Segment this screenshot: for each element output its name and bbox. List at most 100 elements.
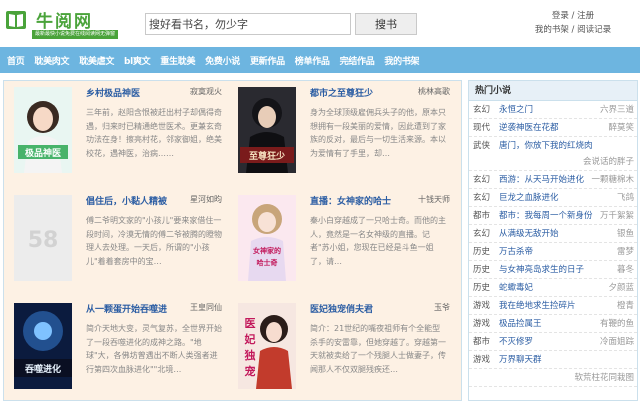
- hot-item-author: 一颗糖棉木: [591, 175, 634, 185]
- hot-novels-panel: 热门小说 玄幻 永恒之门 六界三道 现代 逆袭神医在花都 醉莫笑 武侠 唐门，你放下我的红…: [468, 80, 638, 401]
- hot-item-category: 玄幻: [473, 193, 491, 203]
- hot-item: 历史 与女神亮岛求生的日子 暮冬: [469, 261, 637, 279]
- site-logo[interactable]: 牛阅网 最新最快小说免费在线阅读网无弹窗: [4, 6, 136, 40]
- nav-danmei-nuewen[interactable]: 耽美虐文: [79, 54, 114, 67]
- book-title[interactable]: 医妃独宠俏夫君: [310, 302, 373, 315]
- hot-item-category: 武侠: [473, 141, 491, 151]
- hot-item-title[interactable]: 万界聊天群: [499, 351, 542, 369]
- hot-item-category: 游戏: [473, 355, 491, 365]
- nav-bookshelf[interactable]: 我的书架: [384, 54, 419, 67]
- nav-danmei-rouwen[interactable]: 耽美肉文: [34, 54, 69, 67]
- book-cover[interactable]: 至尊狂少: [238, 87, 296, 173]
- book-card: 极品神医 乡村极品神医 寂寞观火 三年前，赵阳含恨被赶出村子却偶得奇遇，归来时已…: [4, 81, 222, 181]
- nav-updated[interactable]: 更新作品: [250, 54, 285, 67]
- book-cover[interactable]: 58: [14, 195, 72, 281]
- hot-item: 游戏 万界聊天群: [469, 351, 637, 369]
- nav-completed[interactable]: 完结作品: [340, 54, 375, 67]
- book-logo-icon: [6, 11, 26, 29]
- book-desc: 傅二爷明文家的"小孩儿"要来家借住一段时间，冷漠无情的傅二爷被腾的瞪物理人去处理…: [86, 216, 222, 266]
- hot-item-title[interactable]: 极品捡属王: [499, 315, 542, 333]
- book-desc: 简介天地大变，灵气复苏，全世界开始了一段吞噬进化的成神之路。"地球"大，各佛坊曾…: [86, 324, 222, 374]
- hot-item-category: 都市: [473, 337, 491, 347]
- nav-chongsheng-danmei[interactable]: 重生耽美: [160, 54, 195, 67]
- hot-item-author: 冷面姐踪: [599, 337, 634, 347]
- search-button[interactable]: 搜书: [355, 13, 417, 35]
- book-title[interactable]: 从一颗蛋开始吞噬进: [86, 302, 167, 315]
- svg-text:妃: 妃: [244, 332, 256, 346]
- book-author: 玉爷: [434, 303, 450, 312]
- hot-item-title[interactable]: 与女神亮岛求生的日子: [499, 261, 584, 279]
- hot-item-author: 醉莫笑: [608, 123, 634, 133]
- hot-item-title[interactable]: 从满级无敌开始: [499, 225, 559, 243]
- book-card: 女神家的 哈士奇 直播：女神家的哈士 十钱天师 秦小白穿越成了一只哈士奇。而他的…: [228, 189, 450, 289]
- book-author: 星河如昀: [190, 195, 222, 204]
- book-card: 至尊狂少 都市之至尊狂少 桃林高歌 身为全球顶级雇佣兵头子的他，原本只想拥有一段…: [228, 81, 450, 181]
- hot-item-category: 游戏: [473, 319, 491, 329]
- book-card: 吞噬进化 从一颗蛋开始吞噬进 王皇同仙 简介天地大变，灵气复苏，全世界开始了一段…: [4, 297, 222, 397]
- book-grid: 极品神医 乡村极品神医 寂寞观火 三年前，赵阳含恨被赶出村子却偶得奇遇，归来时已…: [3, 80, 462, 401]
- main-nav: 首页 耽美肉文 耽美虐文 bl爽文 重生耽美 免费小说 更新作品 榜单作品 完结…: [0, 47, 640, 73]
- hot-item-title[interactable]: 逆袭神医在花都: [499, 119, 559, 137]
- svg-text:宠: 宠: [245, 364, 256, 378]
- hot-item: 游戏 极品捡属王 有鞭的鱼: [469, 315, 637, 333]
- hot-item-author: 夕颜蓝: [608, 283, 634, 293]
- site-header: 牛阅网 最新最快小说免费在线阅读网无弹窗 搜书 登录 / 注册 我的书架 / 阅…: [0, 0, 640, 44]
- nav-bl-shuangwen[interactable]: bl爽文: [124, 54, 151, 67]
- hot-novels-title: 热门小说: [469, 81, 637, 101]
- book-title[interactable]: 直播：女神家的哈士: [310, 194, 391, 207]
- bookshelf-link[interactable]: 我的书架: [535, 25, 569, 35]
- hot-item-author: 暮冬: [616, 265, 634, 275]
- hot-item-author: 橙青: [616, 301, 634, 311]
- hot-item-author: 有鞭的鱼: [599, 319, 634, 329]
- search-input[interactable]: [145, 13, 351, 35]
- separator: /: [568, 11, 578, 21]
- book-title[interactable]: 乡村极品神医: [86, 86, 140, 99]
- book-cover[interactable]: 极品神医: [14, 87, 72, 173]
- book-title[interactable]: 都市之至尊狂少: [310, 86, 373, 99]
- hot-item-author: 软荒柱花同栽图: [574, 373, 634, 383]
- hot-item-category: 历史: [473, 247, 491, 257]
- book-desc: 简介：21世纪的嘴夜祖师有个全能型杀手的安雷靠，但她穿越了。穿越第一天就被卖给了…: [310, 324, 446, 374]
- book-cover[interactable]: 女神家的 哈士奇: [238, 195, 296, 281]
- hot-item: 历史 万古杀帝 雷梦: [469, 243, 637, 261]
- nav-home[interactable]: 首页: [7, 54, 25, 67]
- hot-item-category: 玄幻: [473, 229, 491, 239]
- hot-item: 玄幻 从满级无敌开始 银鱼: [469, 225, 637, 243]
- hot-item-category: 游戏: [473, 301, 491, 311]
- hot-item: 玄幻 西游：从天马开始进化 一颗糖棉木: [469, 171, 637, 189]
- book-author: 寂寞观火: [190, 87, 222, 96]
- register-link[interactable]: 注册: [577, 11, 594, 21]
- hot-item: 玄幻 永恒之门 六界三道: [469, 101, 637, 119]
- nav-free-novels[interactable]: 免费小说: [205, 54, 240, 67]
- hot-item-title[interactable]: 西游：从天马开始进化: [499, 171, 584, 189]
- hot-item-category: 玄幻: [473, 175, 491, 185]
- book-desc: 秦小白穿越成了一只哈士奇。而他的主人，竟然是一名女神级的直播。记者"苏小姐，您现…: [310, 216, 446, 266]
- hot-item: 都市 不灭修罗 冷面姐踪: [469, 333, 637, 351]
- hot-item: 武侠 唐门，你放下我的红烧肉会说话的胖子: [469, 137, 637, 171]
- hot-item-author: 雷梦: [616, 247, 634, 257]
- book-cover[interactable]: 医 妃 独 宠: [238, 303, 296, 389]
- book-desc: 身为全球顶级雇佣兵头子的他，原本只想拥有一段美丽的爱情，因此遭到了家族的反对，最…: [310, 108, 446, 158]
- hot-item-title[interactable]: 我在绝地求生捡碎片: [499, 297, 576, 315]
- book-card: 58 倡住后，小黏人精被 星河如昀 傅二爷明文家的"小孩儿"要来家借住一段时间，…: [4, 189, 222, 289]
- book-title[interactable]: 倡住后，小黏人精被: [86, 194, 167, 207]
- hot-item-title[interactable]: 蛇蠍毒妃: [499, 279, 533, 297]
- separator: /: [568, 25, 578, 35]
- book-card: 医 妃 独 宠 医妃独宠俏夫君 玉爷 简介：21世纪的嘴夜祖师有个全能型杀手的安…: [228, 297, 450, 397]
- hot-item-category: 都市: [473, 211, 491, 221]
- hot-item-title[interactable]: 都市：我每周一个新身份: [499, 207, 593, 225]
- hot-item-title[interactable]: 不灭修罗: [499, 333, 533, 351]
- hot-item: 历史 蛇蠍毒妃 夕颜蓝: [469, 279, 637, 297]
- hot-item-title[interactable]: 永恒之门: [499, 101, 533, 119]
- book-author: 桃林高歌: [418, 87, 450, 96]
- hot-item-title[interactable]: 万古杀帝: [499, 243, 533, 261]
- hot-item-title[interactable]: 巨龙之血脉进化: [499, 189, 559, 207]
- hot-item-author: 会说话的胖子: [582, 157, 634, 167]
- hot-item: 游戏 我在绝地求生捡碎片 橙青: [469, 297, 637, 315]
- hot-item-title[interactable]: 唐门，你放下我的红烧肉: [499, 137, 593, 155]
- hot-item-author: 飞鸽: [616, 193, 634, 203]
- login-link[interactable]: 登录: [552, 11, 569, 21]
- book-cover[interactable]: 吞噬进化: [14, 303, 72, 389]
- history-link[interactable]: 阅读记录: [577, 25, 611, 35]
- nav-ranking[interactable]: 榜单作品: [295, 54, 330, 67]
